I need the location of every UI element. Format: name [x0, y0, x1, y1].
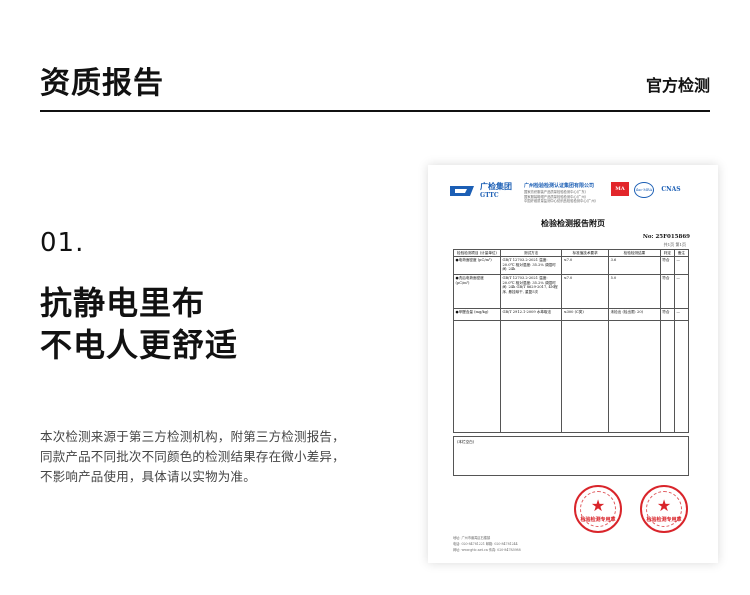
table-header-row: 检验检测项目 (计量单位) 测试方法 标准值技术要求 检验检测结果 判定 备注 — [453, 248, 690, 258]
col-judgement: 判定 — [659, 248, 675, 258]
table-cell: GB/T 2912.1-2009 水萃取法 — [499, 308, 563, 322]
section-number: 01. — [40, 228, 85, 258]
blank-section: (本栏空白) — [453, 436, 689, 476]
table-cell: ≤7.0 — [561, 274, 610, 310]
table-row: ●电荷面密度 (μC/m²) GB/T 12703.2-2021 温度: 20.… — [453, 256, 690, 276]
table-cell: 未检出 (检出限: 20) — [608, 308, 661, 322]
ilac-badge: ilac-MRA — [634, 182, 654, 198]
description-line-3: 不影响产品使用，具体请以实物为准。 — [40, 469, 256, 484]
star-icon: ★ — [656, 496, 672, 515]
footer-line-1: 地址: 广州市番禺区石楼镇 — [453, 536, 491, 540]
col-requirement: 标准值技术要求 — [561, 248, 610, 258]
org-name: 广州检验检测认证集团有限公司 — [524, 183, 595, 189]
table-cell: ≤300 (C类) — [561, 308, 610, 322]
test-report-document: 广检集团 GTTC 广州检验检测认证集团有限公司 国家纺织服装产品质量检验检测中… — [428, 165, 718, 563]
table-cell: ●洗后电荷面密度 (μC/m²) — [453, 274, 501, 310]
report-number: No: 25F015869 — [642, 234, 690, 240]
header-divider — [40, 110, 710, 112]
table-cell: — — [673, 256, 690, 276]
logo-en: GTTC — [480, 192, 499, 199]
table-cell: 符合 — [659, 274, 675, 310]
col-method: 测试方法 — [499, 248, 563, 258]
col-item: 检验检测项目 (计量单位) — [453, 248, 501, 258]
table-row: ●洗后电荷面密度 (μC/m²) GB/T 12703.2-2021 温度: 2… — [453, 274, 690, 310]
col-result: 检验检测结果 — [608, 248, 661, 258]
footer-line-3: 网址: www.gttc.net.cn 传真: 020-84783988 — [453, 548, 521, 552]
stamp-text: 检验检测专用章 — [646, 517, 682, 523]
blank-label: (本栏空白) — [457, 440, 475, 444]
official-stamp: ★ 检验检测专用章 — [640, 485, 688, 533]
gttc-logo-icon — [450, 186, 474, 196]
report-title: 检验检测报告附页 — [541, 218, 605, 228]
cma-badge: MA — [611, 182, 629, 196]
table-cell: 符合 — [659, 256, 675, 276]
page-title: 资质报告 — [40, 66, 164, 101]
table-cell: ≤7.0 — [561, 256, 610, 276]
table-cell: 符合 — [659, 308, 675, 322]
test-results-table: 检验检测项目 (计量单位) 测试方法 标准值技术要求 检验检测结果 判定 备注 … — [453, 248, 690, 434]
cnas-badge: CNAS — [661, 185, 681, 193]
table-empty-area — [453, 320, 690, 434]
description-line-1: 本次检测来源于第三方检测机构，附第三方检测报告， — [40, 429, 345, 444]
footer-line-2: 电话: 020-84781221 邮箱: 020-84781244 — [453, 542, 518, 546]
description-line-2: 同款产品不同批次不同颜色的检测结果存在微小差异， — [40, 449, 345, 464]
official-stamp: ★ 检验检测专用章 — [574, 485, 622, 533]
logo-name: 广检集团 — [480, 181, 512, 191]
table-cell: 5.0 — [608, 274, 661, 310]
col-remark: 备注 — [673, 248, 690, 258]
table-cell: — — [673, 274, 690, 310]
stamp-text: 检验检测专用章 — [580, 517, 616, 523]
headline-line-1: 抗静电里布 — [40, 284, 206, 322]
table-cell: ●甲醛含量 (mg/kg) — [453, 308, 501, 322]
page-subtitle: 官方检测 — [645, 76, 710, 95]
table-cell: GB/T 12703.2-2021 温度: 20.0℃ 相对湿度: 35.2% … — [499, 274, 563, 310]
org-line-3: 中国纤维质量监测中心纺织品检验检测中心(广州) — [524, 199, 596, 203]
table-cell: ●电荷面密度 (μC/m²) — [453, 256, 501, 276]
table-cell: 3.6 — [608, 256, 661, 276]
headline-line-2: 不电人更舒适 — [40, 326, 239, 364]
report-page-info: 共1页 第1页 — [663, 242, 686, 247]
table-cell: — — [673, 308, 690, 322]
table-cell: GB/T 12703.2-2021 温度: 20.0℃ 相对湿度: 35.2% … — [499, 256, 563, 276]
star-icon: ★ — [590, 496, 606, 515]
table-row: ●甲醛含量 (mg/kg) GB/T 2912.1-2009 水萃取法 ≤300… — [453, 308, 690, 322]
